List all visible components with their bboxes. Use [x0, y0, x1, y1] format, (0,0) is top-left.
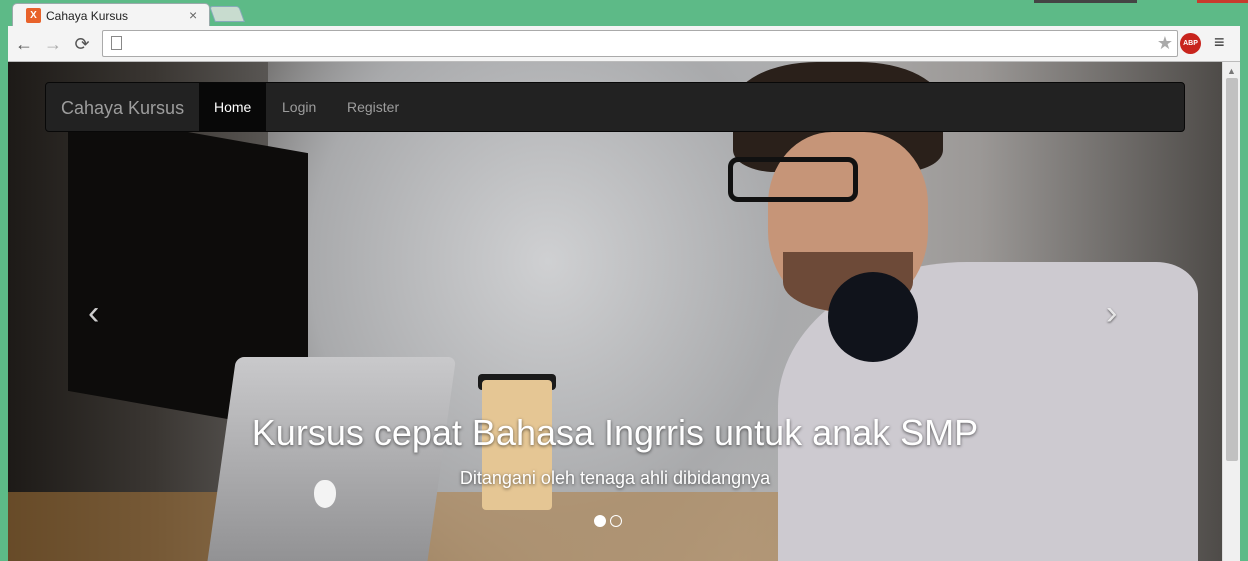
hero-laptop	[203, 357, 457, 561]
address-bar[interactable]: ★	[102, 30, 1178, 57]
browser-tab[interactable]: X Cahaya Kursus ×	[12, 3, 210, 27]
carousel-next-icon[interactable]: ›	[1106, 294, 1117, 333]
reload-icon[interactable]: ⟳	[70, 32, 94, 56]
carousel-indicator[interactable]	[610, 515, 622, 527]
page-icon	[111, 36, 122, 50]
scrollbar-thumb[interactable]	[1226, 78, 1238, 461]
nav-item-register[interactable]: Register	[332, 83, 414, 131]
back-arrow-icon[interactable]: ←	[12, 32, 36, 56]
tab-close-icon[interactable]: ×	[189, 7, 197, 23]
navbar-brand[interactable]: Cahaya Kursus	[61, 98, 184, 119]
window-controls[interactable]	[1034, 0, 1137, 3]
nav-item-home[interactable]: Home	[199, 83, 267, 131]
xampp-favicon-icon: X	[26, 8, 41, 23]
carousel-caption-title: Kursus cepat Bahasa Ingrris untuk anak S…	[251, 412, 979, 453]
page-viewport: Cahaya Kursus Home Login Register ‹ › Ku…	[8, 62, 1222, 561]
browser-titlebar: X Cahaya Kursus ×	[0, 0, 1248, 27]
vertical-scrollbar[interactable]: ▲	[1222, 62, 1240, 561]
scroll-up-arrow-icon[interactable]: ▲	[1227, 66, 1236, 76]
carousel-caption-subtitle: Ditangani oleh tenaga ahli dibidangnya	[459, 468, 771, 488]
browser-toolbar: ← → ⟳ ★ ABP ≡	[8, 26, 1240, 62]
star-icon[interactable]: ★	[1157, 33, 1173, 54]
carousel-indicator[interactable]	[594, 515, 606, 527]
tab-title: Cahaya Kursus	[46, 9, 129, 23]
adblock-plus-icon[interactable]: ABP	[1180, 33, 1201, 54]
new-tab-button[interactable]	[209, 6, 245, 22]
nav-item-login[interactable]: Login	[267, 83, 331, 131]
carousel-indicators	[594, 515, 654, 529]
forward-arrow-icon[interactable]: →	[41, 32, 65, 56]
window-close-icon[interactable]	[1197, 0, 1248, 3]
hamburger-menu-icon[interactable]: ≡	[1214, 32, 1225, 53]
carousel-prev-icon[interactable]: ‹	[88, 294, 99, 333]
person-glasses	[728, 157, 858, 202]
site-navbar: Cahaya Kursus Home Login Register	[45, 82, 1185, 132]
person-headphones	[828, 272, 918, 362]
